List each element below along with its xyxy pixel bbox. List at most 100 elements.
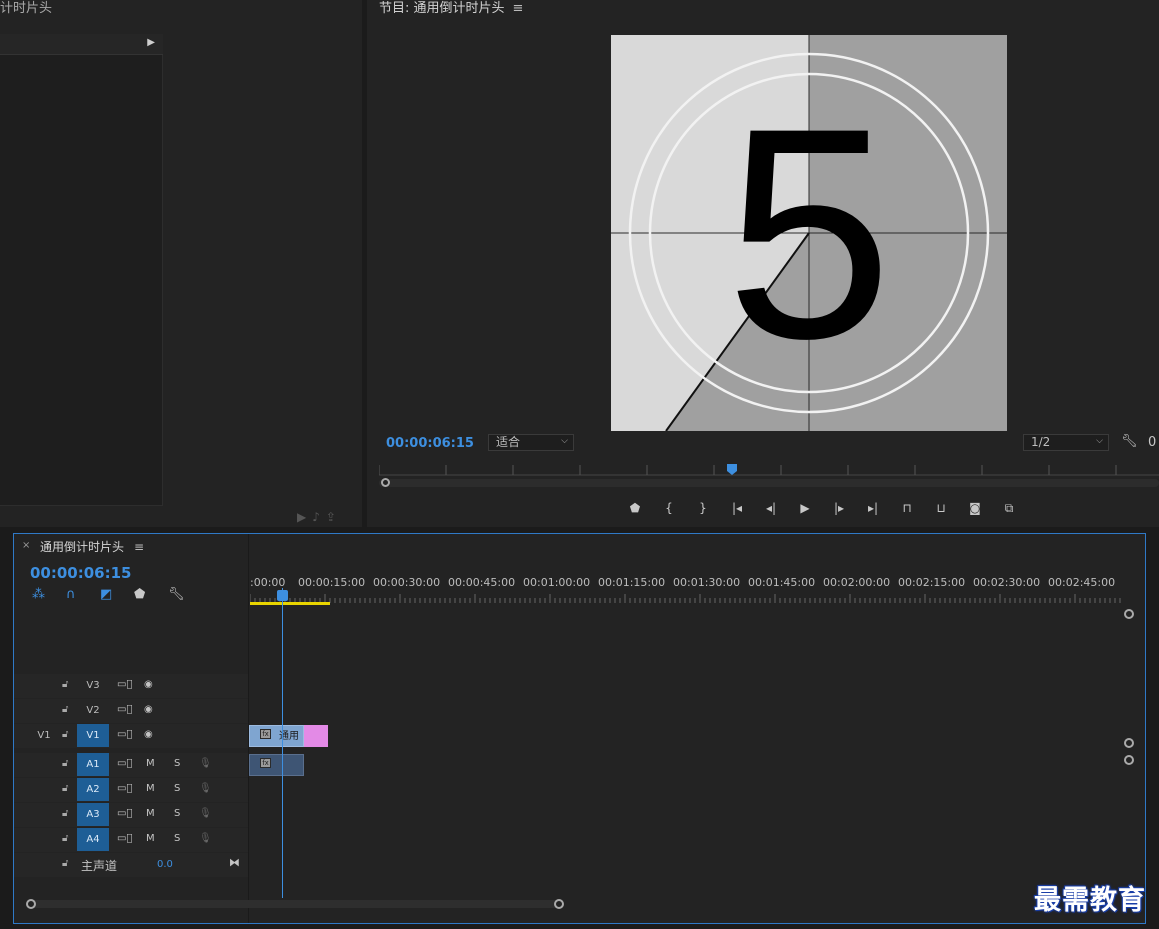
timeline-tab[interactable]: 通用倒计时片头 ≡ bbox=[40, 538, 144, 555]
toggle-sync-icon[interactable]: ▭⃞ bbox=[117, 833, 132, 844]
timeline-settings-wrench-icon[interactable]: 🔧︎ bbox=[168, 587, 202, 602]
program-time-ruler[interactable] bbox=[379, 462, 1159, 476]
mark-in-button[interactable]: { bbox=[652, 498, 686, 518]
track-lane-a3[interactable] bbox=[249, 803, 1122, 827]
toggle-sync-icon[interactable]: ▭⃞ bbox=[117, 758, 132, 769]
video-zoom-knob-bottom[interactable] bbox=[1124, 738, 1134, 748]
toggle-sync-icon[interactable]: ▭⃞ bbox=[117, 783, 132, 794]
track-name-v1[interactable]: V1 bbox=[77, 724, 109, 747]
vertical-zoom-scrollbar[interactable] bbox=[1124, 609, 1134, 899]
program-scroll-knob[interactable] bbox=[381, 478, 390, 487]
audio-zoom-knob-top[interactable] bbox=[1124, 755, 1134, 765]
lock-icon[interactable]: 🔓︎ bbox=[62, 783, 68, 794]
track-name-a4[interactable]: A4 bbox=[77, 828, 109, 851]
close-icon[interactable]: × bbox=[22, 540, 30, 551]
track-lane-v3[interactable] bbox=[249, 674, 1122, 698]
timeline-ruler-labels[interactable]: :00:00 00:00:15:00 00:00:30:00 00:00:45:00 0… bbox=[250, 576, 1130, 592]
lock-icon[interactable]: 🔓︎ bbox=[62, 679, 68, 690]
toggle-sync-icon[interactable]: ▭⃞ bbox=[117, 729, 132, 740]
add-marker-button[interactable]: ⬟ bbox=[618, 498, 652, 518]
playback-resolution-select[interactable]: 1/2 ⌵ bbox=[1023, 434, 1109, 451]
track-lane-v2[interactable] bbox=[249, 699, 1122, 723]
toggle-sync-icon[interactable]: ▭⃞ bbox=[117, 808, 132, 819]
hscroll-knob-left[interactable] bbox=[26, 899, 36, 909]
lock-icon[interactable]: 🔓︎ bbox=[62, 833, 68, 844]
microphone-icon[interactable]: 🎙︎ bbox=[199, 758, 212, 769]
add-marker-icon[interactable]: ⬟ bbox=[134, 587, 168, 602]
eye-icon[interactable]: ◉ bbox=[144, 704, 153, 715]
lock-icon[interactable]: 🔓︎ bbox=[62, 729, 68, 740]
timeline-panel: × 通用倒计时片头 ≡ 00:00:06:15 ⁂ ∩ ◩ ⬟ 🔧︎ :00:00… bbox=[13, 533, 1146, 924]
nest-sequence-icon[interactable]: ⁂ bbox=[32, 587, 66, 602]
track-name-a3[interactable]: A3 bbox=[77, 803, 109, 826]
timeline-timecode[interactable]: 00:00:06:15 bbox=[30, 564, 132, 582]
microphone-icon[interactable]: 🎙︎ bbox=[199, 808, 212, 819]
track-lane-a2[interactable] bbox=[249, 778, 1122, 802]
comparison-view-button[interactable]: ⧉ bbox=[992, 498, 1026, 518]
hscroll-knob-right[interactable] bbox=[554, 899, 564, 909]
panel-menu-icon[interactable]: ≡ bbox=[513, 1, 524, 16]
play-button[interactable]: ▶ bbox=[788, 498, 822, 518]
track-name-v3[interactable]: V3 bbox=[77, 674, 109, 697]
export-icon[interactable]: ⇪ bbox=[326, 510, 342, 524]
mute-button[interactable]: M bbox=[146, 783, 155, 794]
video-zoom-knob-top[interactable] bbox=[1124, 609, 1134, 619]
mute-button[interactable]: M bbox=[146, 758, 155, 769]
track-name-v2[interactable]: V2 bbox=[77, 699, 109, 722]
panel-menu-icon[interactable]: ≡ bbox=[134, 540, 144, 554]
video-clip-color-matte[interactable] bbox=[304, 725, 328, 747]
microphone-icon[interactable]: 🎙︎ bbox=[199, 833, 212, 844]
lift-button[interactable]: ⊓ bbox=[890, 498, 924, 518]
program-playhead-marker[interactable] bbox=[727, 464, 737, 475]
mark-out-button[interactable]: } bbox=[686, 498, 720, 518]
insert-icon[interactable]: ▶♪ bbox=[297, 510, 326, 524]
track-lane-v1[interactable]: fx 通用 bbox=[249, 724, 1122, 748]
program-zoom-scrollbar[interactable] bbox=[379, 478, 1159, 487]
zoom-fit-select[interactable]: 适合 ⌵ bbox=[488, 434, 574, 451]
toggle-sync-icon[interactable]: ▭⃞ bbox=[117, 679, 132, 690]
go-to-end-icon[interactable]: ⧓ bbox=[229, 856, 240, 869]
settings-wrench-icon[interactable]: 🔧︎ bbox=[1121, 434, 1138, 449]
timeline-playhead-line[interactable] bbox=[282, 588, 283, 898]
track-name-a2[interactable]: A2 bbox=[77, 778, 109, 801]
source-panel-title[interactable]: 计时片头 bbox=[0, 0, 52, 16]
export-frame-button[interactable]: ◙ bbox=[958, 498, 992, 518]
solo-button[interactable]: S bbox=[174, 758, 180, 769]
mute-button[interactable]: M bbox=[146, 833, 155, 844]
toggle-sync-icon[interactable]: ▭⃞ bbox=[117, 704, 132, 715]
snap-magnet-icon[interactable]: ∩ bbox=[66, 587, 100, 602]
source-patch-v1[interactable]: V1 bbox=[30, 730, 58, 741]
eye-icon[interactable]: ◉ bbox=[144, 729, 153, 740]
track-lane-master[interactable] bbox=[249, 853, 1122, 877]
mute-button[interactable]: M bbox=[146, 808, 155, 819]
track-lane-a4[interactable] bbox=[249, 828, 1122, 852]
extract-button[interactable]: ⊔ bbox=[924, 498, 958, 518]
program-timecode[interactable]: 00:00:06:15 bbox=[386, 436, 474, 451]
video-clip-countdown[interactable]: fx 通用 bbox=[249, 725, 304, 747]
step-back-button[interactable]: ◂| bbox=[754, 498, 788, 518]
lock-icon[interactable]: 🔓︎ bbox=[62, 858, 68, 869]
timeline-ruler-ticks[interactable] bbox=[250, 592, 1122, 604]
solo-button[interactable]: S bbox=[174, 833, 180, 844]
lock-icon[interactable]: 🔓︎ bbox=[62, 704, 68, 715]
lock-icon[interactable]: 🔓︎ bbox=[62, 758, 68, 769]
step-forward-button[interactable]: |▸ bbox=[822, 498, 856, 518]
horizontal-zoom-scrollbar[interactable] bbox=[26, 899, 564, 909]
track-name-a1[interactable]: A1 bbox=[77, 753, 109, 776]
track-lane-a1[interactable]: fx bbox=[249, 753, 1122, 777]
linked-selection-icon[interactable]: ◩ bbox=[100, 587, 134, 602]
solo-button[interactable]: S bbox=[174, 783, 180, 794]
chevron-right-icon[interactable]: ▶ bbox=[147, 37, 155, 48]
go-to-out-button[interactable]: ▸| bbox=[856, 498, 890, 518]
solo-button[interactable]: S bbox=[174, 808, 180, 819]
eye-icon[interactable]: ◉ bbox=[144, 679, 153, 690]
lock-icon[interactable]: 🔓︎ bbox=[62, 808, 68, 819]
master-volume-value[interactable]: 0.0 bbox=[157, 859, 173, 870]
microphone-icon[interactable]: 🎙︎ bbox=[199, 783, 212, 794]
work-area-bar[interactable] bbox=[250, 602, 330, 605]
audio-clip-countdown[interactable]: fx bbox=[249, 754, 304, 776]
program-monitor-title[interactable]: 节目: 通用倒计时片头 ≡ bbox=[379, 0, 523, 16]
zoom-fit-value: 适合 bbox=[496, 435, 521, 449]
timeline-playhead-handle[interactable] bbox=[277, 590, 288, 601]
go-to-in-button[interactable]: |◂ bbox=[720, 498, 754, 518]
